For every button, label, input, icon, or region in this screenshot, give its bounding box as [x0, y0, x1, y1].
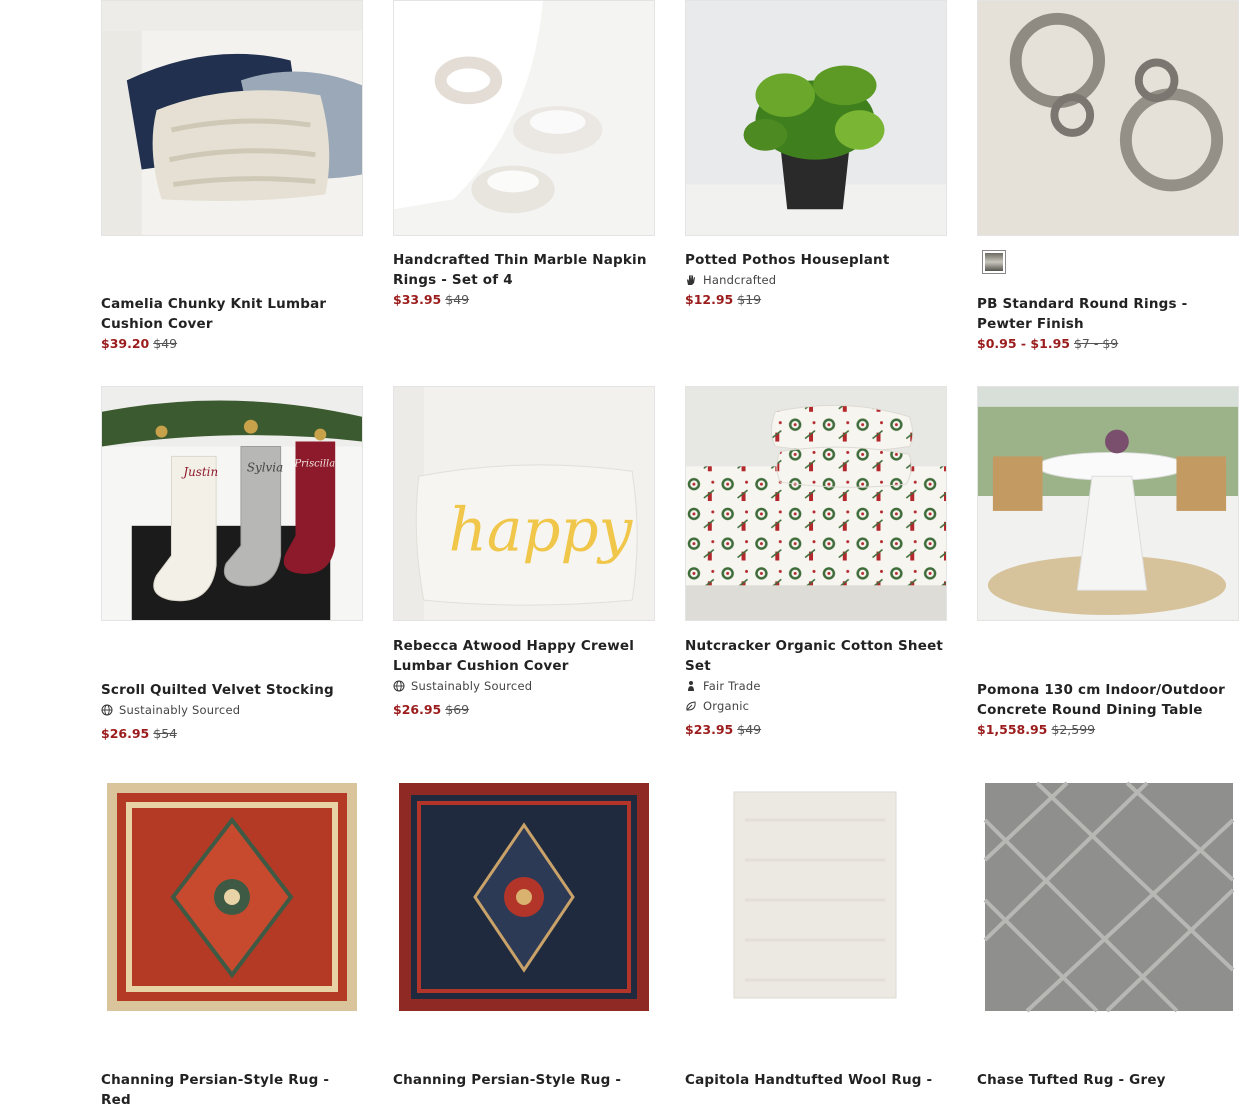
- handcrafted-badge: Handcrafted: [685, 270, 947, 290]
- product-title[interactable]: Channing Persian-Style Rug - Red: [101, 1070, 363, 1110]
- color-swatch-pewter[interactable]: [982, 250, 1006, 274]
- product-title[interactable]: Capitola Handtufted Wool Rug -: [685, 1070, 947, 1090]
- product-title[interactable]: Rebecca Atwood Happy Crewel Lumbar Cushi…: [393, 636, 655, 676]
- product-image[interactable]: [977, 780, 1239, 1014]
- product-title[interactable]: Pomona 130 cm Indoor/Outdoor Concrete Ro…: [977, 680, 1239, 720]
- product-image[interactable]: [393, 780, 655, 1014]
- product-price: $33.95 $49: [393, 292, 470, 307]
- product-price: $26.95 $69: [393, 702, 470, 717]
- product-price: $26.95 $54: [101, 726, 178, 741]
- product-image[interactable]: [685, 386, 947, 621]
- product-price: $1,558.95 $2,599: [977, 722, 1096, 737]
- leaf-icon: [686, 701, 696, 711]
- pillow-text: happy: [449, 497, 634, 566]
- product-title[interactable]: PB Standard Round Rings - Pewter Finish: [977, 294, 1239, 334]
- product-image[interactable]: [685, 0, 947, 236]
- product-image[interactable]: [101, 0, 363, 236]
- fair-trade-badge: Fair Trade: [685, 676, 947, 696]
- organic-badge: Organic: [685, 696, 947, 716]
- product-image[interactable]: [101, 780, 363, 1014]
- globe-icon: [101, 704, 113, 716]
- fair-trade-icon: [688, 681, 694, 691]
- product-title[interactable]: Potted Pothos Houseplant: [685, 250, 947, 270]
- product-title[interactable]: Handcrafted Thin Marble Napkin Rings - S…: [393, 250, 655, 290]
- stocking-name-text: Sylvia: [247, 460, 283, 474]
- product-image[interactable]: [393, 0, 655, 236]
- product-price: $12.95 $19: [685, 292, 762, 307]
- stocking-name-text: Priscilla: [294, 458, 336, 469]
- product-price: $0.95 - $1.95 $7 - $9: [977, 336, 1119, 351]
- product-image[interactable]: happy: [393, 386, 655, 621]
- stocking-name-text: Justin: [181, 465, 218, 479]
- globe-icon: [393, 680, 405, 692]
- product-title[interactable]: Scroll Quilted Velvet Stocking: [101, 680, 363, 700]
- product-title[interactable]: Camelia Chunky Knit Lumbar Cushion Cover: [101, 294, 363, 334]
- product-price: $23.95 $49: [685, 722, 762, 737]
- hand-icon: [687, 275, 695, 285]
- product-image[interactable]: Justin Sylvia Priscilla: [101, 386, 363, 621]
- sustainably-sourced-badge: Sustainably Sourced: [393, 676, 655, 696]
- product-title[interactable]: Nutcracker Organic Cotton Sheet Set: [685, 636, 947, 676]
- sustainably-sourced-badge: Sustainably Sourced: [101, 700, 363, 720]
- product-image[interactable]: [685, 780, 947, 1014]
- product-title[interactable]: Channing Persian-Style Rug -: [393, 1070, 655, 1090]
- product-image[interactable]: [977, 0, 1239, 236]
- product-title[interactable]: Chase Tufted Rug - Grey: [977, 1070, 1239, 1090]
- product-price: $39.20 $49: [101, 336, 178, 351]
- product-image[interactable]: [977, 386, 1239, 621]
